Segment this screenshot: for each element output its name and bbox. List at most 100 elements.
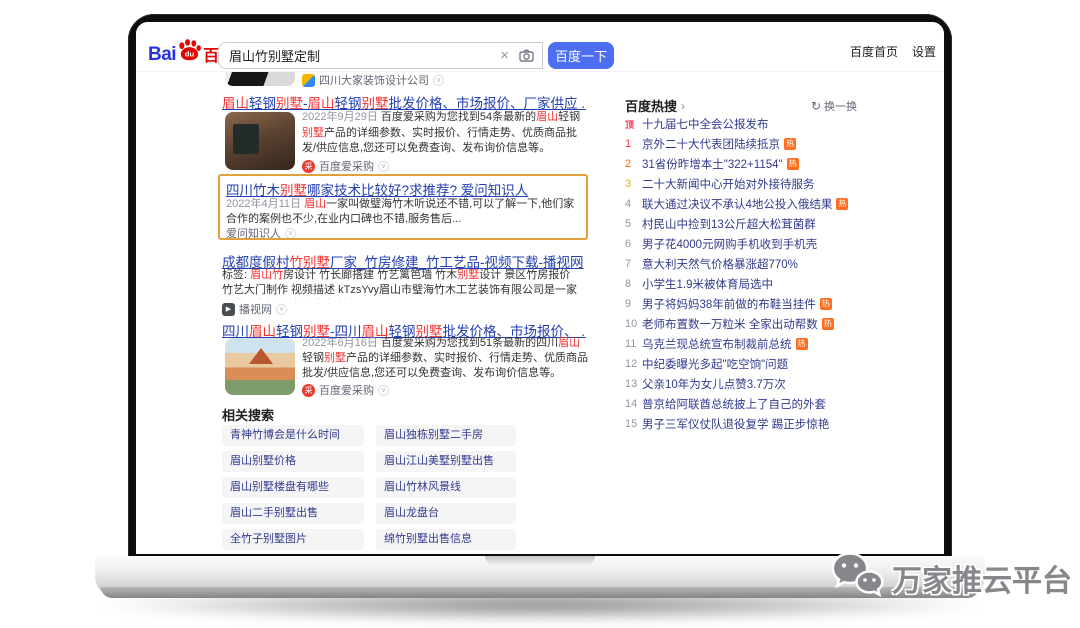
result-source: ▶ 播视网 ∨ [222,301,287,317]
hot-search-item[interactable]: 顶 十九届七中全会公报发布 [625,114,861,134]
hot-badge-icon: 热 [822,318,834,330]
related-search-item[interactable]: 眉山竹林风景线 [376,477,516,498]
logo-text-bai: Bai [148,44,176,66]
top-navigation: 百度首页 设置 [850,43,936,60]
hot-search-item[interactable]: 2 31省份昨增本土"322+1154" 热 [625,154,861,174]
result-description: 标签: 眉山竹房设计 竹长廊搭建 竹艺篱笆墙 竹木别墅设计 景区竹房报价 竹艺大… [222,268,584,299]
hot-badge-icon: 热 [796,338,808,350]
nav-settings-link[interactable]: 设置 [912,43,936,60]
result-thumbnail[interactable] [225,112,295,170]
search-header: Bai du 百度 × [136,22,944,72]
hot-search-item[interactable]: 14 普京给阿联酋总统披上了自己的外套 [625,394,861,414]
related-search-label: 眉山竹林风景线 [384,481,461,493]
annotation-highlight-box [218,174,588,240]
hot-badge-icon: 热 [836,198,848,210]
result-description: 2022年6月16日 百度爱采购为您找到51条最新的四川眉山轻钢别墅产品的详细参… [302,336,588,381]
hot-search-item[interactable]: 3 二十大新闻中心开始对外接待服务 [625,174,861,194]
result-menu-icon[interactable]: ∨ [378,161,389,172]
related-search-item[interactable]: 眉山二手别墅出售 [222,503,364,524]
result-source: 采 百度爱采购 ∨ [302,158,389,174]
source-name: 百度爱采购 [319,158,374,174]
related-search-label: 眉山江山美墅别墅出售 [384,455,494,467]
laptop-notch [485,556,595,565]
search-input[interactable] [229,48,500,63]
hot-label: 男子花4000元网购手机收到手机壳 [642,236,817,252]
related-searches-title: 相关搜索 [222,405,274,424]
search-submit-button[interactable]: 百度一下 [548,42,614,69]
hot-search-list: 顶 十九届七中全会公报发布 1 京外二十大代表团陆续抵京 热 2 31省份昨增本… [625,114,861,434]
wechat-icon [830,550,884,605]
hot-search-item[interactable]: 8 小学生1.9米被体育局选中 [625,274,861,294]
hot-label: 父亲10年为女儿点赞3.7万次 [642,376,786,392]
hot-search-item[interactable]: 5 村民山中捡到13公斤超大松茸菌群 [625,214,861,234]
hot-rank: 13 [625,378,642,390]
related-search-item[interactable]: 眉山别墅价格 [222,451,364,472]
page: Bai du 百度 × [0,0,1080,628]
hot-search-item[interactable]: 9 男子将妈妈38年前做的布鞋当挂件 热 [625,294,861,314]
result-source: 采 百度爱采购 ∨ [302,382,389,398]
hot-rank: 8 [625,278,642,290]
result-thumbnail[interactable] [225,338,295,395]
partial-result-source: 四川大家装饰设计公司 ∨ [302,72,444,88]
hot-label: 男子三军仪仗队退役复学 踢正步惊艳 [642,416,829,432]
hot-label: 乌克兰现总统宣布制裁前总统 [642,336,792,352]
related-search-item[interactable]: 青神竹博会是什么时间 [222,425,364,446]
hot-label: 中纪委曝光多起"吃空饷"问题 [642,356,788,372]
related-search-label: 眉山独栋别墅二手房 [384,429,483,441]
hot-rank: 4 [625,198,642,210]
hot-search-item[interactable]: 1 京外二十大代表团陆续抵京 热 [625,134,861,154]
related-searches-grid: 青神竹博会是什么时间 眉山独栋别墅二手房 眉山别墅价格 眉山江山美墅别墅出售 眉… [222,425,516,550]
related-search-item[interactable]: 眉山龙盘台 [376,503,516,524]
hot-search-item[interactable]: 15 男子三军仪仗队退役复学 踢正步惊艳 [625,414,861,434]
hot-search-item[interactable]: 13 父亲10年为女儿点赞3.7万次 [625,374,861,394]
hot-search-item[interactable]: 12 中纪委曝光多起"吃空饷"问题 [625,354,861,374]
clear-search-icon[interactable]: × [500,48,509,63]
hot-label: 联大通过决议不承认4地公投入俄结果 [642,196,832,212]
hot-badge-icon: 热 [784,138,796,150]
hot-rank: 12 [625,358,642,370]
hot-search-header: 百度热搜 › ↻ 换一换 [625,96,857,115]
hot-label: 京外二十大代表团陆续抵京 [642,136,780,152]
hot-rank: 10 [625,318,642,330]
hot-rank: 15 [625,418,642,430]
hot-label: 老师布置数一万粒米 全家出动帮数 [642,316,818,332]
baidu-b2b-icon: 采 [302,384,315,397]
hot-rank: 14 [625,398,642,410]
result-menu-icon[interactable]: ∨ [378,385,389,396]
related-search-item[interactable]: 眉山独栋别墅二手房 [376,425,516,446]
hot-search-item[interactable]: 4 联大通过决议不承认4地公投入俄结果 热 [625,194,861,214]
result-menu-icon[interactable]: ∨ [433,75,444,86]
baidu-paw-icon: du [177,38,202,66]
related-search-item[interactable]: 眉山别墅楼盘有哪些 [222,477,364,498]
refresh-label: 换一换 [824,98,857,114]
hot-label: 男子将妈妈38年前做的布鞋当挂件 [642,296,816,312]
hot-search-item[interactable]: 11 乌克兰现总统宣布制裁前总统 热 [625,334,861,354]
chevron-right-icon: › [681,99,685,113]
source-name: 百度爱采购 [319,382,374,398]
hot-label: 二十大新闻中心开始对外接待服务 [642,176,815,192]
refresh-hot-search-button[interactable]: ↻ 换一换 [811,98,857,114]
hot-search-item[interactable]: 10 老师布置数一万粒米 全家出动帮数 热 [625,314,861,334]
camera-search-icon[interactable] [519,49,534,62]
related-search-item[interactable]: 绵竹别墅出售信息 [376,529,516,550]
related-search-item[interactable]: 全竹子别墅图片 [222,529,364,550]
related-search-label: 眉山二手别墅出售 [230,507,318,519]
hot-label: 十九届七中全会公报发布 [642,116,769,132]
related-search-label: 眉山龙盘台 [384,507,439,519]
hot-rank: 2 [625,158,642,170]
site-favicon [302,74,315,87]
related-search-item[interactable]: 眉山江山美墅别墅出售 [376,451,516,472]
source-name: 播视网 [239,301,272,317]
watermark-label: 万家推云平台 [892,556,1072,600]
hot-search-item[interactable]: 7 意大利天然气价格暴涨超770% [625,254,861,274]
nav-baidu-home-link[interactable]: 百度首页 [850,43,898,60]
result-menu-icon[interactable]: ∨ [276,304,287,315]
hot-search-title[interactable]: 百度热搜 [625,96,677,115]
search-box[interactable]: × [218,42,543,69]
hot-rank: 7 [625,258,642,270]
hot-rank: 3 [625,178,642,190]
video-site-icon: ▶ [222,303,235,316]
result-title[interactable]: 眉山轻钢别墅-眉山轻钢别墅批发价格、市场报价、厂家供应 ... [222,92,586,112]
hot-search-item[interactable]: 6 男子花4000元网购手机收到手机壳 [625,234,861,254]
hot-rank: 6 [625,238,642,250]
